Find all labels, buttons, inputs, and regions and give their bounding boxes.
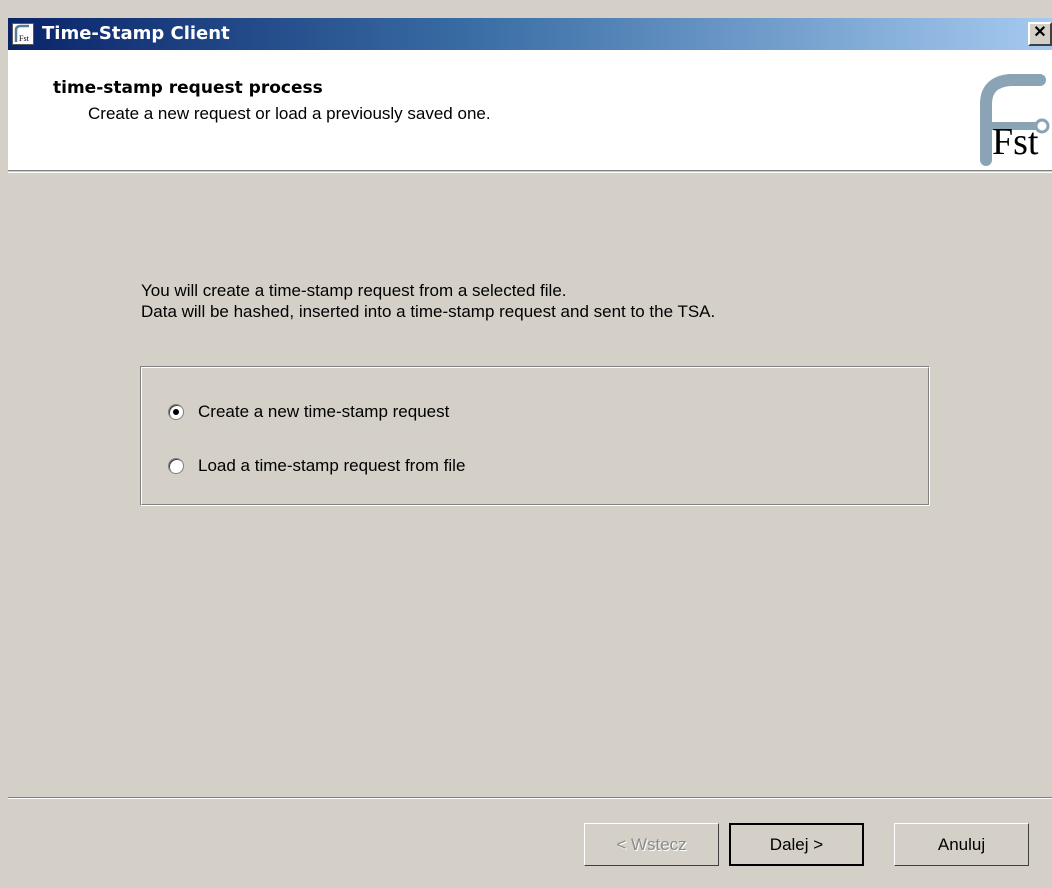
description-line-1: You will create a time-stamp request fro…: [141, 281, 567, 300]
footer-divider: [8, 797, 1052, 799]
radio-load-from-file[interactable]: [168, 458, 184, 474]
radio-create-new[interactable]: [168, 404, 184, 420]
description-line-2: Data will be hashed, inserted into a tim…: [141, 302, 716, 321]
next-button[interactable]: Dalej >: [729, 823, 864, 866]
request-options-group: Create a new time-stamp request Load a t…: [140, 366, 930, 506]
option-load-from-file[interactable]: Load a time-stamp request from file: [168, 454, 465, 478]
svg-text:Fst: Fst: [19, 34, 30, 43]
fst-app-icon[interactable]: Fst: [12, 23, 34, 45]
page-title: time-stamp request process: [53, 78, 323, 98]
option-label: Create a new time-stamp request: [198, 402, 450, 421]
wizard-header: time-stamp request process Create a new …: [8, 50, 1052, 171]
back-button[interactable]: < Wstecz: [584, 823, 719, 866]
cancel-button[interactable]: Anuluj: [894, 823, 1029, 866]
page-subtitle: Create a new request or load a previousl…: [88, 104, 491, 123]
header-divider: [8, 172, 1052, 173]
close-icon[interactable]: ✕: [1028, 22, 1052, 46]
logo-text: Fst: [992, 121, 1039, 163]
window-title: Time-Stamp Client: [42, 23, 230, 44]
option-label: Load a time-stamp request from file: [198, 456, 466, 475]
title-bar[interactable]: Fst Time-Stamp Client ✕: [8, 18, 1052, 50]
fst-logo: Fst: [970, 62, 1052, 170]
option-create-new[interactable]: Create a new time-stamp request: [168, 400, 449, 424]
